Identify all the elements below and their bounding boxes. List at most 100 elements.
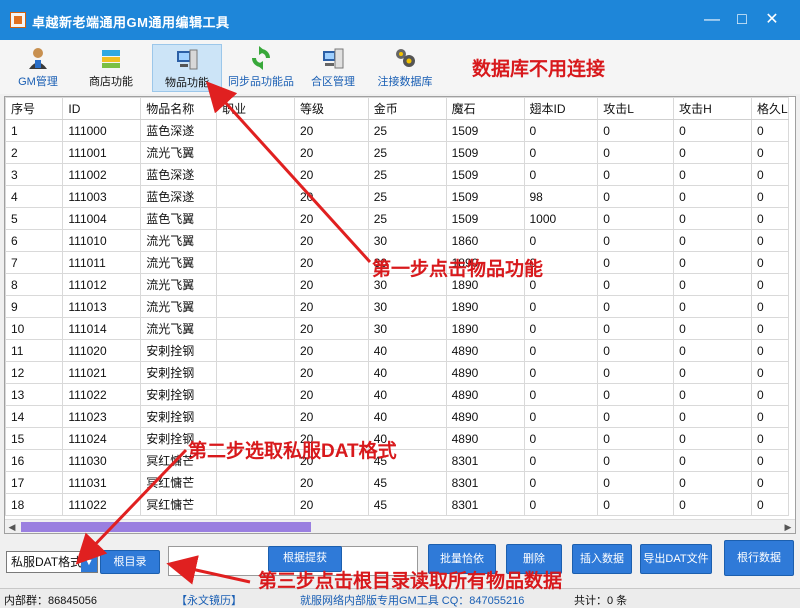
table-cell[interactable]: 111000 [62, 119, 142, 142]
column-header[interactable]: 翅本ID [523, 97, 599, 120]
table-cell[interactable]: 冥红慵芒 [140, 471, 218, 494]
table-cell[interactable]: 流光飞翼 [140, 295, 218, 318]
table-cell[interactable]: 1 [5, 119, 64, 142]
table-cell[interactable]: 4890 [445, 427, 525, 450]
table-cell[interactable]: 111002 [62, 163, 142, 186]
table-cell[interactable]: 冥红慵芒 [140, 493, 218, 516]
table-cell[interactable]: 11 [5, 339, 64, 362]
table-cell[interactable]: 流光飞翼 [140, 229, 218, 252]
column-header[interactable]: 魔石 [445, 97, 525, 120]
table-cell[interactable]: 0 [750, 493, 790, 516]
table-cell[interactable]: 0 [673, 207, 752, 230]
table-cell[interactable]: 0 [750, 141, 790, 164]
toolbar-shop[interactable]: 商店功能 [80, 44, 142, 92]
table-cell[interactable]: 13 [5, 383, 64, 406]
column-header[interactable]: ID [62, 97, 142, 120]
table-cell[interactable]: 111004 [62, 207, 142, 230]
table-cell[interactable]: 0 [673, 185, 752, 208]
table-cell[interactable]: 111010 [62, 229, 142, 252]
table-cell[interactable]: 0 [597, 163, 675, 186]
table-cell[interactable]: 0 [523, 339, 599, 362]
table-cell[interactable]: 1509 [445, 207, 525, 230]
table-cell[interactable]: 4890 [445, 383, 525, 406]
table-cell[interactable]: 0 [673, 251, 752, 274]
table-cell[interactable]: 0 [523, 383, 599, 406]
table-cell[interactable]: 8301 [445, 471, 525, 494]
table-cell[interactable]: 0 [750, 273, 790, 296]
scrollbar-thumb[interactable] [21, 522, 311, 532]
table-cell[interactable]: 0 [523, 361, 599, 384]
table-cell[interactable]: 0 [597, 273, 675, 296]
table-row[interactable]: 6 111010 流光飞翼 20 30 1860 0 0 0 0 [5, 229, 790, 252]
table-cell[interactable] [216, 251, 295, 274]
table-row[interactable]: 2 111001 流光飞翼 20 25 1509 0 0 0 0 [5, 141, 790, 164]
table-cell[interactable]: 20 [293, 207, 369, 230]
table-cell[interactable]: 0 [673, 163, 752, 186]
toolbar-merge-server[interactable]: 合区管理 [304, 44, 362, 92]
table-cell[interactable]: 25 [367, 207, 447, 230]
table-cell[interactable]: 8301 [445, 493, 525, 516]
table-cell[interactable]: 111023 [62, 405, 142, 428]
table-cell[interactable]: 0 [673, 405, 752, 428]
item-data-grid[interactable]: 序号 ID 物品名称 职业 等级 金币 魔石 翅本ID 攻击L 攻击H 格久L 1 111000 蓝色深… [4, 96, 796, 534]
table-cell[interactable]: 25 [367, 163, 447, 186]
table-cell[interactable] [216, 361, 295, 384]
table-cell[interactable]: 1860 [445, 229, 525, 252]
table-cell[interactable]: 蓝色深遂 [140, 163, 218, 186]
table-cell[interactable]: 0 [673, 273, 752, 296]
table-cell[interactable]: 8 [5, 273, 64, 296]
scroll-right-icon[interactable]: ▶ [781, 520, 795, 533]
table-cell[interactable]: 15 [5, 427, 64, 450]
table-cell[interactable]: 40 [367, 361, 447, 384]
table-cell[interactable] [216, 383, 295, 406]
table-cell[interactable]: 0 [750, 427, 790, 450]
table-cell[interactable]: 4890 [445, 361, 525, 384]
table-cell[interactable]: 0 [673, 295, 752, 318]
table-cell[interactable]: 111022 [62, 493, 142, 516]
table-cell[interactable]: 111003 [62, 185, 142, 208]
table-cell[interactable]: 20 [293, 383, 369, 406]
table-cell[interactable]: 1509 [445, 119, 525, 142]
table-cell[interactable]: 25 [367, 185, 447, 208]
table-cell[interactable]: 0 [523, 295, 599, 318]
table-cell[interactable]: 30 [367, 295, 447, 318]
table-cell[interactable]: 0 [673, 361, 752, 384]
table-cell[interactable]: 0 [523, 449, 599, 472]
table-cell[interactable]: 安剌拴钢 [140, 383, 218, 406]
table-cell[interactable]: 0 [750, 207, 790, 230]
table-cell[interactable]: 0 [597, 295, 675, 318]
maximize-icon[interactable]: □ [732, 10, 752, 30]
table-cell[interactable]: 0 [597, 427, 675, 450]
close-icon[interactable]: ✕ [762, 10, 782, 30]
toolbar-sync-items[interactable]: 同步品功能品 [226, 44, 296, 92]
table-cell[interactable]: 0 [673, 141, 752, 164]
table-cell[interactable]: 0 [597, 185, 675, 208]
table-cell[interactable] [216, 471, 295, 494]
table-row[interactable]: 12 111021 安剌拴钢 20 40 4890 0 0 0 0 [5, 361, 790, 384]
table-cell[interactable]: 0 [673, 493, 752, 516]
table-cell[interactable]: 20 [293, 471, 369, 494]
table-row[interactable]: 16 111030 冥红慵芒 20 45 8301 0 0 0 0 [5, 449, 790, 472]
table-cell[interactable]: 0 [750, 163, 790, 186]
table-cell[interactable]: 0 [673, 317, 752, 340]
table-cell[interactable]: 0 [673, 427, 752, 450]
table-cell[interactable]: 8301 [445, 449, 525, 472]
table-cell[interactable]: 3 [5, 163, 64, 186]
table-cell[interactable]: 0 [597, 339, 675, 362]
table-cell[interactable]: 1000 [523, 207, 599, 230]
table-cell[interactable] [216, 273, 295, 296]
table-cell[interactable]: 20 [293, 251, 369, 274]
table-cell[interactable] [216, 185, 295, 208]
table-cell[interactable]: 20 [293, 163, 369, 186]
table-cell[interactable]: 111001 [62, 141, 142, 164]
table-cell[interactable]: 111031 [62, 471, 142, 494]
table-cell[interactable]: 20 [293, 361, 369, 384]
table-cell[interactable]: 流光飞翼 [140, 141, 218, 164]
table-cell[interactable] [216, 405, 295, 428]
table-cell[interactable]: 25 [367, 141, 447, 164]
table-cell[interactable]: 40 [367, 383, 447, 406]
table-cell[interactable]: 安剌拴钢 [140, 339, 218, 362]
table-cell[interactable]: 0 [673, 383, 752, 406]
table-cell[interactable]: 111022 [62, 383, 142, 406]
table-cell[interactable]: 流光飞翼 [140, 317, 218, 340]
